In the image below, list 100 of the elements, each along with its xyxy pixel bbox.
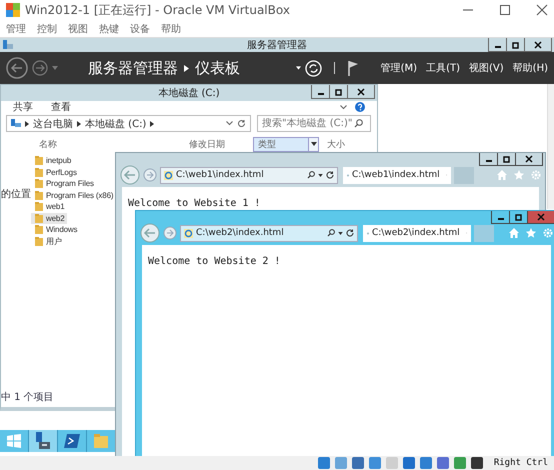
chevron-icon[interactable] bbox=[150, 120, 154, 126]
close-icon bbox=[537, 213, 545, 221]
forward-icon[interactable] bbox=[32, 60, 48, 76]
nav-item[interactable]: 的位置 bbox=[1, 189, 31, 200]
menu-item[interactable]: 热键 bbox=[99, 22, 119, 36]
ribbon-tab[interactable]: 查看 bbox=[51, 100, 71, 114]
folder-icon bbox=[94, 434, 108, 448]
restore-icon bbox=[514, 213, 522, 221]
folder-row[interactable]: 用户 bbox=[31, 236, 64, 246]
folder-row[interactable]: PerfLogs bbox=[31, 166, 79, 178]
dropdown-button[interactable] bbox=[309, 136, 319, 152]
search-icon[interactable] bbox=[327, 229, 335, 237]
ribbon-tab[interactable]: 共享 bbox=[13, 100, 33, 114]
menu-item[interactable]: 视图(V) bbox=[469, 61, 504, 75]
breadcrumb-item[interactable]: 仪表板 bbox=[195, 58, 240, 78]
menu-item[interactable]: 视图 bbox=[68, 22, 88, 36]
close-icon bbox=[357, 88, 365, 96]
path-segment[interactable]: 这台电脑 bbox=[33, 116, 73, 130]
column-header[interactable]: 大小 bbox=[319, 138, 367, 150]
folder-name: web2 bbox=[46, 214, 65, 222]
folder-name: Program Files (x86) bbox=[46, 190, 114, 200]
folder-icon bbox=[35, 214, 43, 222]
close-button[interactable] bbox=[347, 85, 375, 99]
minimize-button[interactable] bbox=[479, 153, 498, 166]
star-icon[interactable] bbox=[514, 170, 524, 180]
help-icon[interactable] bbox=[355, 102, 365, 112]
folder-icon bbox=[35, 190, 43, 200]
star-icon[interactable] bbox=[526, 228, 536, 238]
windows-logo-icon bbox=[7, 434, 21, 448]
folder-name: web1 bbox=[46, 202, 65, 211]
dropdown-icon[interactable] bbox=[338, 232, 343, 234]
folder-row[interactable]: web1 bbox=[31, 201, 67, 212]
search-icon[interactable] bbox=[307, 171, 315, 179]
page-icon bbox=[164, 170, 173, 180]
host-key-label: Right Ctrl bbox=[494, 458, 548, 468]
menu-item[interactable]: 控制 bbox=[37, 22, 57, 36]
folder-icon bbox=[35, 156, 43, 165]
folder-row[interactable]: Windows bbox=[31, 224, 80, 235]
folder-row[interactable]: inetpub bbox=[31, 155, 74, 166]
minimize-button[interactable] bbox=[488, 38, 507, 52]
search-field[interactable]: 搜索"本地磁盘 (C:)" bbox=[257, 115, 371, 132]
page-icon bbox=[184, 228, 193, 238]
folder-name: PerfLogs bbox=[46, 168, 77, 176]
chevron-icon[interactable] bbox=[25, 120, 29, 126]
status-text: 中 1 个项目 bbox=[1, 390, 54, 404]
menu-item[interactable]: 管理(M) bbox=[380, 61, 418, 75]
refresh-icon[interactable] bbox=[326, 171, 334, 179]
folder-name: 用户 bbox=[46, 236, 62, 246]
window-title: 本地磁盘 (C:) bbox=[158, 86, 220, 100]
chevron-icon[interactable] bbox=[77, 120, 81, 126]
refresh-icon[interactable] bbox=[237, 119, 246, 128]
chevron-down-icon[interactable] bbox=[340, 104, 347, 110]
column-header[interactable]: 名称 bbox=[31, 138, 181, 150]
app-logo-icon bbox=[6, 3, 20, 17]
page-text: Welcome to Website 2 ! bbox=[148, 256, 280, 267]
close-icon[interactable] bbox=[536, 4, 548, 16]
menu-item[interactable]: 帮助 bbox=[161, 22, 181, 36]
close-button[interactable] bbox=[515, 153, 543, 166]
close-icon bbox=[534, 40, 542, 48]
folder-icon bbox=[35, 179, 43, 188]
menu-item[interactable]: 工具(T) bbox=[426, 61, 460, 75]
folder-icon bbox=[35, 168, 43, 176]
server-icon bbox=[2, 39, 14, 50]
folder-name: Windows bbox=[46, 225, 78, 234]
maximize-icon[interactable] bbox=[499, 4, 511, 16]
chevron-down-icon[interactable] bbox=[226, 121, 233, 126]
path-segment[interactable]: 本地磁盘 (C:) bbox=[85, 116, 146, 130]
window-title: 服务器管理器 bbox=[247, 39, 307, 52]
taskbar-button[interactable] bbox=[29, 430, 58, 452]
menu-item[interactable]: 设备 bbox=[130, 22, 150, 36]
back-icon[interactable] bbox=[6, 57, 28, 79]
restore-button[interactable] bbox=[497, 153, 516, 166]
page-text: Welcome to Website 1 ! bbox=[128, 198, 260, 209]
column-header[interactable]: 修改日期 bbox=[181, 138, 253, 150]
close-button[interactable] bbox=[524, 38, 552, 52]
restore-icon bbox=[512, 40, 520, 48]
breadcrumb-item[interactable]: 服务器管理器 bbox=[88, 58, 178, 78]
restore-icon bbox=[334, 88, 342, 96]
folder-icon bbox=[35, 236, 43, 246]
window-title: Win2012-1 [正在运行] - Oracle VM VirtualBox bbox=[25, 2, 290, 18]
menu-item[interactable]: 帮助(H) bbox=[512, 61, 548, 75]
close-icon bbox=[525, 155, 533, 163]
folder-name: Program Files bbox=[46, 179, 94, 188]
scrollbar[interactable] bbox=[547, 84, 554, 209]
dropdown-icon[interactable] bbox=[318, 174, 323, 176]
dropdown-icon bbox=[310, 142, 316, 146]
dropdown-icon[interactable] bbox=[296, 66, 301, 70]
folder-name: inetpub bbox=[46, 156, 72, 165]
folder-row[interactable]: web2 bbox=[31, 212, 67, 224]
folder-row[interactable]: Program Files bbox=[31, 178, 96, 189]
column-header[interactable]: 类型 bbox=[253, 136, 309, 152]
minimize-button[interactable] bbox=[491, 211, 510, 224]
folder-row[interactable]: Program Files (x86) bbox=[31, 190, 116, 200]
folder-icon bbox=[35, 202, 43, 211]
refresh-icon[interactable] bbox=[346, 229, 354, 237]
menu-item[interactable]: 管理 bbox=[6, 22, 26, 36]
search-icon bbox=[354, 119, 363, 128]
terminal-icon bbox=[64, 434, 80, 448]
flag-icon[interactable] bbox=[346, 60, 359, 76]
minimize-button[interactable] bbox=[311, 85, 330, 99]
